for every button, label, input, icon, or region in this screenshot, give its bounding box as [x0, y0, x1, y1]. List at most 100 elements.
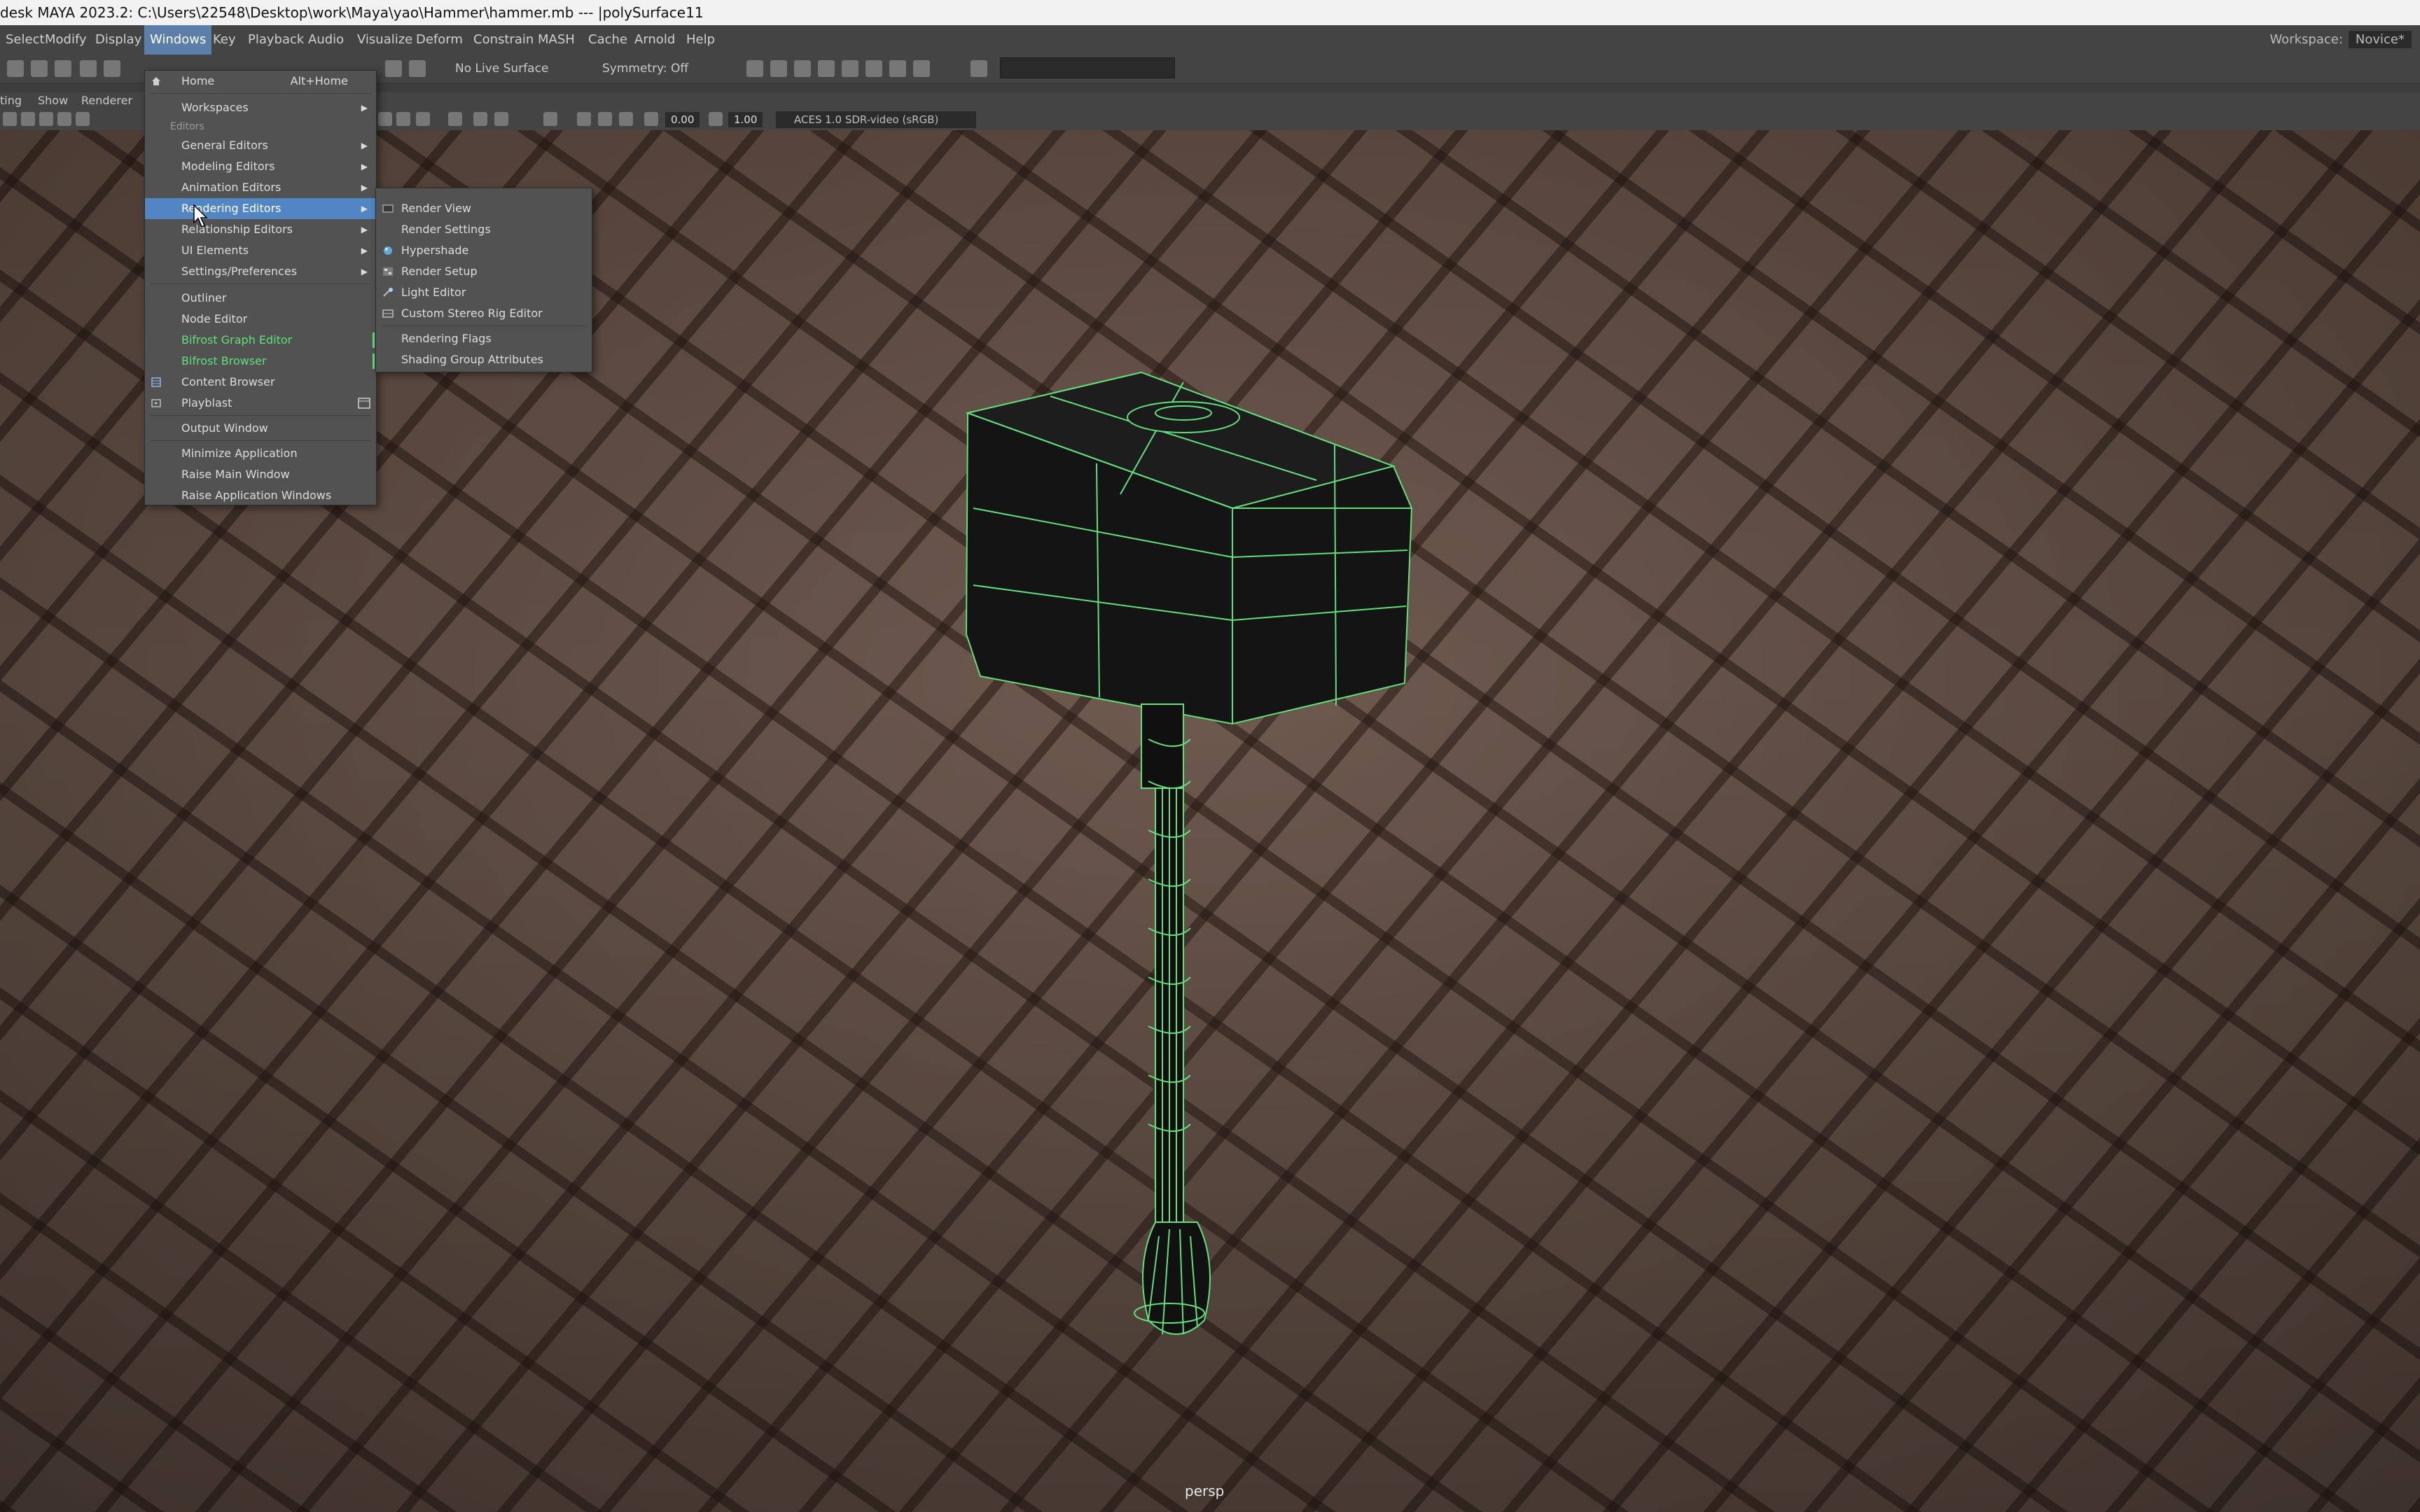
- menu-item-render-setup[interactable]: Render Setup: [376, 261, 592, 282]
- pause-icon[interactable]: [913, 60, 930, 77]
- menu-visualize[interactable]: Visualize: [352, 25, 418, 55]
- new-scene-icon[interactable]: [7, 60, 24, 77]
- hypershade-icon[interactable]: [818, 60, 835, 77]
- separator: [151, 440, 370, 441]
- home-icon: [152, 77, 160, 85]
- undo-icon[interactable]: [80, 60, 97, 77]
- menu-item-label: Custom Stereo Rig Editor: [401, 307, 543, 320]
- menu-windows[interactable]: Windows: [144, 25, 212, 55]
- light-editor-icon[interactable]: [865, 60, 882, 77]
- menu-help[interactable]: Help: [681, 25, 721, 55]
- arnold-render-icon[interactable]: [889, 60, 906, 77]
- menu-item-raise-application-windows[interactable]: Raise Application Windows: [145, 485, 376, 506]
- render-settings-icon[interactable]: [794, 60, 811, 77]
- menu-item-bifrost-graph-editor[interactable]: Bifrost Graph Editor: [145, 330, 376, 351]
- safe-action-icon[interactable]: [619, 112, 633, 126]
- command-input[interactable]: [1000, 57, 1175, 78]
- menu-item-playblast[interactable]: Playblast: [145, 393, 376, 414]
- menu-item-shortcut: Alt+Home: [290, 74, 348, 88]
- workspace-value[interactable]: Novice*: [2348, 31, 2412, 48]
- menu-item-modeling-editors[interactable]: Modeling Editors ▶: [145, 156, 376, 177]
- exposure-icon[interactable]: [644, 112, 658, 126]
- gamma-field[interactable]: 1.00: [728, 112, 763, 127]
- stereo-rig-icon: [382, 309, 394, 318]
- symmetry-dropdown[interactable]: Symmetry: Off: [602, 57, 688, 80]
- menu-item-hypershade[interactable]: Hypershade: [376, 240, 592, 261]
- workspace-selector[interactable]: Workspace: Novice*: [2269, 25, 2412, 55]
- render-setup-icon[interactable]: [842, 60, 858, 77]
- gamma-icon[interactable]: [709, 112, 723, 126]
- menu-item-label: Modeling Editors: [181, 160, 275, 173]
- camera-attributes-icon[interactable]: [21, 112, 35, 126]
- menu-item-ui-elements[interactable]: UI Elements ▶: [145, 240, 376, 261]
- menu-item-raise-main-window[interactable]: Raise Main Window: [145, 464, 376, 485]
- menu-item-animation-editors[interactable]: Animation Editors ▶: [145, 177, 376, 198]
- select-camera-icon[interactable]: [3, 112, 17, 126]
- exposure-field[interactable]: 0.00: [665, 112, 700, 127]
- menu-mash[interactable]: MASH: [532, 25, 580, 55]
- menu-item-render-settings[interactable]: Render Settings: [376, 219, 592, 240]
- menu-item-bifrost-browser[interactable]: Bifrost Browser: [145, 351, 376, 372]
- menu-item-label: Node Editor: [181, 312, 248, 326]
- menu-item-workspaces[interactable]: Workspaces ▶: [145, 97, 376, 118]
- input-mode-icon[interactable]: [971, 60, 987, 77]
- menu-item-rendering-flags[interactable]: Rendering Flags: [376, 328, 592, 349]
- menu-item-relationship-editors[interactable]: Relationship Editors ▶: [145, 219, 376, 240]
- lighting-icon[interactable]: [396, 112, 410, 126]
- menu-item-settings-preferences[interactable]: Settings/Preferences ▶: [145, 261, 376, 282]
- light-editor-icon: [383, 288, 393, 297]
- menu-item-label: Bifrost Browser: [181, 354, 267, 368]
- menu-item-rendering-editors[interactable]: Rendering Editors ▶: [145, 198, 376, 219]
- menu-deform[interactable]: Deform: [410, 25, 468, 55]
- menu-item-minimize-application[interactable]: Minimize Application: [145, 443, 376, 464]
- menu-item-label: Shading Group Attributes: [401, 353, 543, 366]
- panel-menu-show[interactable]: Show: [38, 92, 68, 109]
- menu-constrain[interactable]: Constrain: [468, 25, 539, 55]
- menu-item-shading-group-attributes[interactable]: Shading Group Attributes: [376, 349, 592, 370]
- menu-modify[interactable]: Modify: [39, 25, 92, 55]
- field-chart-icon[interactable]: [598, 112, 612, 126]
- menu-item-label: Raise Main Window: [181, 468, 290, 481]
- menu-playback[interactable]: Playback: [242, 25, 310, 55]
- panel-menu-lighting[interactable]: ting: [0, 92, 22, 109]
- menu-display[interactable]: Display: [90, 25, 147, 55]
- menu-arnold[interactable]: Arnold: [629, 25, 681, 55]
- grease-pencil-icon[interactable]: [76, 112, 90, 126]
- xray-joints-icon[interactable]: [494, 112, 508, 126]
- panel-menu-renderer[interactable]: Renderer: [81, 92, 132, 109]
- menu-item-label: Workspaces: [181, 101, 249, 114]
- color-space-dropdown[interactable]: ACES 1.0 SDR-video (sRGB): [776, 111, 976, 128]
- menu-item-render-view[interactable]: Render View: [376, 198, 592, 219]
- shadows-icon[interactable]: [416, 112, 430, 126]
- redo-icon[interactable]: [104, 60, 120, 77]
- snap-icon[interactable]: [385, 60, 402, 77]
- menu-item-label: General Editors: [181, 139, 268, 152]
- save-scene-icon[interactable]: [55, 60, 71, 77]
- gate-mask-icon[interactable]: [577, 112, 591, 126]
- ipr-render-icon[interactable]: [770, 60, 787, 77]
- menu-item-outliner[interactable]: Outliner: [145, 288, 376, 309]
- menu-item-output-window[interactable]: Output Window: [145, 418, 376, 439]
- menu-item-light-editor[interactable]: Light Editor: [376, 282, 592, 303]
- menu-item-general-editors[interactable]: General Editors ▶: [145, 135, 376, 156]
- bookmark-icon[interactable]: [39, 112, 53, 126]
- render-current-frame-icon[interactable]: [746, 60, 763, 77]
- menu-cache[interactable]: Cache: [583, 25, 633, 55]
- menu-item-custom-stereo-rig-editor[interactable]: Custom Stereo Rig Editor: [376, 303, 592, 324]
- live-surface-field[interactable]: No Live Surface: [455, 57, 548, 80]
- snap-curve-icon[interactable]: [409, 60, 426, 77]
- open-scene-icon[interactable]: [31, 60, 48, 77]
- submenu-arrow-icon: ▶: [361, 141, 368, 150]
- menu-item-label: Home: [181, 74, 215, 88]
- image-plane-icon[interactable]: [57, 112, 71, 126]
- xray-icon[interactable]: [473, 112, 487, 126]
- isolate-select-icon[interactable]: [448, 112, 462, 126]
- option-box-icon[interactable]: [358, 398, 370, 409]
- resolution-gate-icon[interactable]: [543, 112, 557, 126]
- menu-item-content-browser[interactable]: Content Browser: [145, 372, 376, 393]
- menu-item-node-editor[interactable]: Node Editor: [145, 309, 376, 330]
- menu-key[interactable]: Key: [207, 25, 242, 55]
- wireframe-icon[interactable]: [378, 112, 392, 126]
- menu-audio[interactable]: Audio: [302, 25, 349, 55]
- menu-item-home[interactable]: Home Alt+Home: [145, 71, 376, 92]
